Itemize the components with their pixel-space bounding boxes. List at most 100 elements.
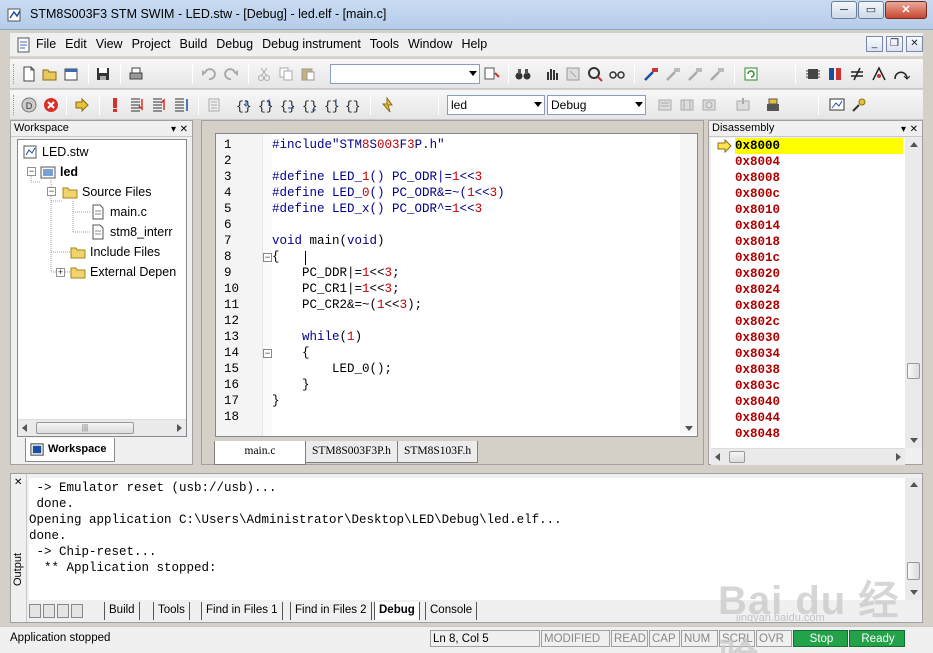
output-close-icon[interactable]: ✕ (14, 477, 22, 488)
settings-tools-icon[interactable] (850, 96, 868, 114)
step-over-instruction-icon[interactable]: {} (256, 96, 274, 114)
mdi-restore-button[interactable]: ❐ (886, 36, 903, 52)
compile-icon[interactable] (664, 65, 682, 83)
redo-icon[interactable] (222, 65, 240, 83)
disassembly-address[interactable]: 0x8048 (735, 426, 780, 442)
workspace-close-icon[interactable]: ✕ (180, 122, 188, 137)
tab-stm8s003f3p-h[interactable]: STM8S003F3P.h (305, 441, 398, 463)
menu-edit[interactable]: Edit (65, 37, 87, 51)
stars-icon[interactable] (870, 65, 888, 83)
tab-prev-icon[interactable] (43, 604, 55, 618)
mdi-close-button[interactable]: ✕ (906, 36, 923, 52)
cut-icon[interactable] (255, 65, 273, 83)
reset-chip-icon[interactable] (378, 96, 396, 114)
disassembly-address[interactable]: 0x8040 (735, 394, 780, 410)
build-all-icon[interactable] (678, 96, 696, 114)
run-to-cursor-icon[interactable]: {} (278, 96, 296, 114)
disassembly-address[interactable]: 0x8038 (735, 362, 780, 378)
disassembly-address[interactable]: 0x802c (735, 314, 780, 330)
configuration-combo[interactable]: Debug (547, 95, 646, 115)
output-log[interactable]: -> Emulator reset (usb://usb)... done. Op… (29, 478, 905, 600)
scroll-right-icon[interactable] (896, 453, 901, 461)
step-out-icon[interactable] (172, 96, 190, 114)
menu-help[interactable]: Help (461, 37, 487, 51)
open-file-icon[interactable] (41, 65, 59, 83)
copy-icon[interactable] (277, 65, 295, 83)
disassembly-address[interactable]: 0x8014 (735, 218, 780, 234)
binoculars-icon[interactable] (514, 65, 532, 83)
toolbar-grip[interactable] (13, 64, 16, 84)
scroll-right-icon[interactable] (177, 424, 182, 432)
menu-tools[interactable]: Tools (370, 37, 399, 51)
run-arrow-icon[interactable] (73, 96, 91, 114)
collapse-toggle-icon[interactable]: − (47, 187, 56, 196)
go-function-icon[interactable]: {} (322, 96, 340, 114)
glasses-icon[interactable] (608, 65, 626, 83)
disassembly-address[interactable]: 0x8024 (735, 282, 780, 298)
disassembly-address[interactable]: 0x8020 (735, 266, 780, 282)
disassembly-view-icon[interactable] (205, 96, 223, 114)
output-tab-find-in-files-1[interactable]: Find in Files 1 (201, 602, 283, 620)
disassembly-pin-icon[interactable]: ▾ (901, 122, 906, 137)
step-over-icon[interactable] (150, 96, 168, 114)
disassembly-address[interactable]: 0x8000 (735, 138, 903, 154)
scroll-left-icon[interactable] (715, 453, 720, 461)
disassembly-close-icon[interactable]: ✕ (910, 122, 918, 137)
disassembly-address[interactable]: 0x8028 (735, 298, 780, 314)
stop-debug-icon[interactable] (42, 96, 60, 114)
output-vscroll[interactable] (905, 478, 922, 600)
undo-icon[interactable] (200, 65, 218, 83)
project-combo[interactable]: led (447, 95, 545, 115)
disassembly-list[interactable]: 0x8000 0x8004 0x8008 0x800c 0x8010 0x8014 0x80… (711, 138, 905, 448)
scroll-thumb[interactable] (907, 363, 920, 379)
disassembly-address[interactable]: 0x8010 (735, 202, 780, 218)
program-icon[interactable] (764, 96, 782, 114)
step-instruction-icon[interactable]: {} (234, 96, 252, 114)
hand-icon[interactable] (543, 65, 561, 83)
run-to-icon[interactable] (892, 65, 910, 83)
memory-view-icon[interactable] (828, 96, 846, 114)
scroll-down-icon[interactable] (910, 438, 918, 443)
paste-icon[interactable] (299, 65, 317, 83)
build-file-icon[interactable] (656, 96, 674, 114)
menu-debug[interactable]: Debug (216, 37, 253, 51)
output-tab-debug[interactable]: Debug (374, 602, 420, 620)
menu-file[interactable]: File (36, 37, 56, 51)
disassembly-address[interactable]: 0x801c (735, 250, 780, 266)
tab-next-icon[interactable] (57, 604, 69, 618)
fold-toggle-icon[interactable]: − (263, 253, 272, 262)
menu-window[interactable]: Window (408, 37, 452, 51)
restore-button[interactable]: ▭ (858, 1, 884, 19)
tab-stm8s103f-h[interactable]: STM8S103F.h (396, 441, 479, 463)
collapse-toggle-icon[interactable]: − (27, 167, 36, 176)
tab-main-c[interactable]: main.c (214, 441, 306, 465)
workspace-hscroll[interactable]: ||| (18, 419, 186, 436)
disassembly-address[interactable]: 0x803c (735, 378, 780, 394)
find-combo[interactable] (330, 64, 480, 84)
disassembly-address[interactable]: 0x8004 (735, 154, 780, 170)
step-into-icon[interactable] (128, 96, 146, 114)
not-equal-icon[interactable] (848, 65, 866, 83)
step-out-function-icon[interactable]: {} (300, 96, 318, 114)
disassembly-address[interactable]: 0x8008 (735, 170, 780, 186)
toolbar-grip[interactable] (13, 95, 16, 115)
build-hammer-icon[interactable] (642, 65, 660, 83)
title-bar[interactable]: STM8S003F3 STM SWIM - LED.stw - [Debug] … (0, 0, 933, 30)
clean-icon[interactable] (708, 65, 726, 83)
menu-build[interactable]: Build (179, 37, 207, 51)
bookmark-toggle-icon[interactable] (564, 65, 582, 83)
hand-find-icon[interactable] (586, 65, 604, 83)
menu-debug-instrument[interactable]: Debug instrument (262, 37, 361, 51)
refresh-icon[interactable] (742, 65, 760, 83)
workspace-pin-icon[interactable]: ▾ (171, 122, 176, 137)
print-icon[interactable] (127, 65, 145, 83)
scroll-down-icon[interactable] (685, 426, 693, 431)
rebuild-icon[interactable] (686, 65, 704, 83)
disassembly-address[interactable]: 0x8030 (735, 330, 780, 346)
scroll-left-icon[interactable] (22, 424, 27, 432)
workspace-tab[interactable]: Workspace (25, 438, 115, 462)
disassembly-address[interactable]: 0x8034 (735, 346, 780, 362)
scroll-thumb[interactable] (729, 451, 745, 463)
stop-build-icon[interactable] (734, 96, 752, 114)
minimize-button[interactable]: ─ (831, 1, 857, 19)
